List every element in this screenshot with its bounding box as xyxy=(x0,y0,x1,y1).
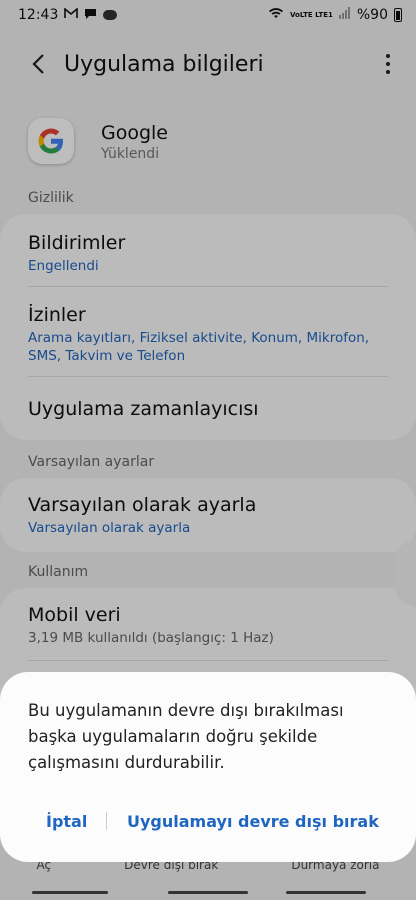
dialog-actions: İptal Uygulamayı devre dışı bırak xyxy=(0,806,416,836)
nav-home-icon[interactable] xyxy=(168,891,248,894)
confirm-disable-button[interactable]: Uygulamayı devre dışı bırak xyxy=(127,812,379,831)
navigation-bar xyxy=(0,884,416,900)
nav-back-icon[interactable] xyxy=(286,891,366,894)
nav-recents-icon[interactable] xyxy=(32,891,108,894)
button-separator xyxy=(106,812,107,830)
dialog-message: Bu uygulamanın devre dışı bırakılması ba… xyxy=(28,701,344,772)
cancel-button[interactable]: İptal xyxy=(46,812,87,831)
disable-dialog: Bu uygulamanın devre dışı bırakılması ba… xyxy=(0,672,416,862)
